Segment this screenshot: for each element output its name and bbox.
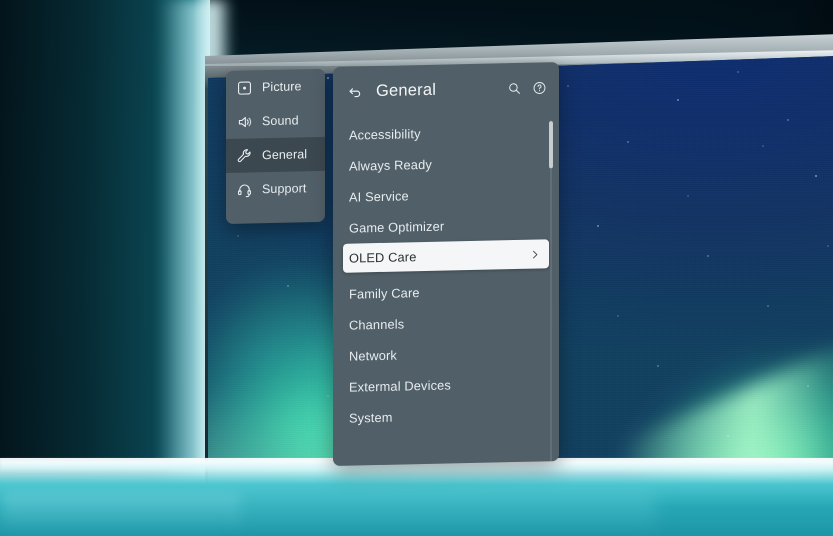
sidebar-item-picture[interactable]: Picture — [226, 69, 325, 105]
menu-item-oled-care[interactable]: OLED Care — [343, 239, 549, 273]
wrench-icon — [236, 147, 253, 164]
sidebar-item-support[interactable]: Support — [226, 171, 325, 207]
search-icon[interactable] — [507, 80, 522, 95]
sidebar-item-general[interactable]: General — [226, 136, 325, 173]
page-title: General — [376, 80, 437, 100]
menu-item-family-care[interactable]: Family Care — [333, 274, 559, 310]
menu-item-always-ready[interactable]: Always Ready — [333, 146, 559, 182]
menu-item-accessibility[interactable]: Accessibility — [333, 115, 559, 151]
menu-item-game-optimizer[interactable]: Game Optimizer — [333, 208, 559, 244]
settings-main-panel: General Accessibility Always Ready AI Se… — [333, 62, 559, 466]
settings-header: General — [333, 62, 559, 117]
sidebar-item-label: Picture — [262, 79, 302, 95]
menu-item-label: Family Care — [349, 285, 420, 302]
screenshot-stage: Picture Sound General Support General Ac… — [0, 0, 833, 536]
sidebar-item-label: General — [262, 147, 308, 163]
settings-menu-list: Accessibility Always Ready AI Service Ga… — [333, 112, 559, 434]
help-circle-icon[interactable] — [532, 80, 547, 95]
settings-sidebar: Picture Sound General Support — [226, 68, 325, 224]
chevron-right-icon — [529, 248, 541, 260]
menu-item-label: Game Optimizer — [349, 218, 445, 236]
picture-icon — [236, 79, 253, 96]
menu-item-label: OLED Care — [349, 249, 417, 266]
menu-item-channels[interactable]: Channels — [333, 305, 559, 341]
scrollbar-thumb[interactable] — [549, 121, 553, 169]
menu-item-ai-service[interactable]: AI Service — [333, 177, 559, 213]
sidebar-item-sound[interactable]: Sound — [226, 103, 325, 139]
menu-item-label: Channels — [349, 316, 405, 333]
scrollbar-track[interactable] — [550, 120, 552, 466]
menu-item-label: Extermal Devices — [349, 377, 451, 395]
speaker-icon — [236, 113, 253, 130]
menu-item-label: Network — [349, 347, 397, 364]
menu-item-label: AI Service — [349, 188, 409, 205]
menu-item-external-devices[interactable]: Extermal Devices — [333, 367, 559, 403]
tv-settings-overlay: Picture Sound General Support General Ac… — [0, 0, 833, 536]
sidebar-item-label: Support — [262, 181, 307, 197]
sidebar-item-label: Sound — [262, 113, 299, 129]
menu-item-label: Always Ready — [349, 156, 432, 174]
header-icons — [507, 80, 547, 96]
menu-item-label: Accessibility — [349, 126, 421, 143]
back-arrow-icon[interactable] — [347, 83, 364, 100]
headset-icon — [236, 181, 253, 198]
menu-item-network[interactable]: Network — [333, 336, 559, 372]
menu-item-label: System — [349, 409, 393, 426]
menu-item-system[interactable]: System — [333, 398, 559, 434]
